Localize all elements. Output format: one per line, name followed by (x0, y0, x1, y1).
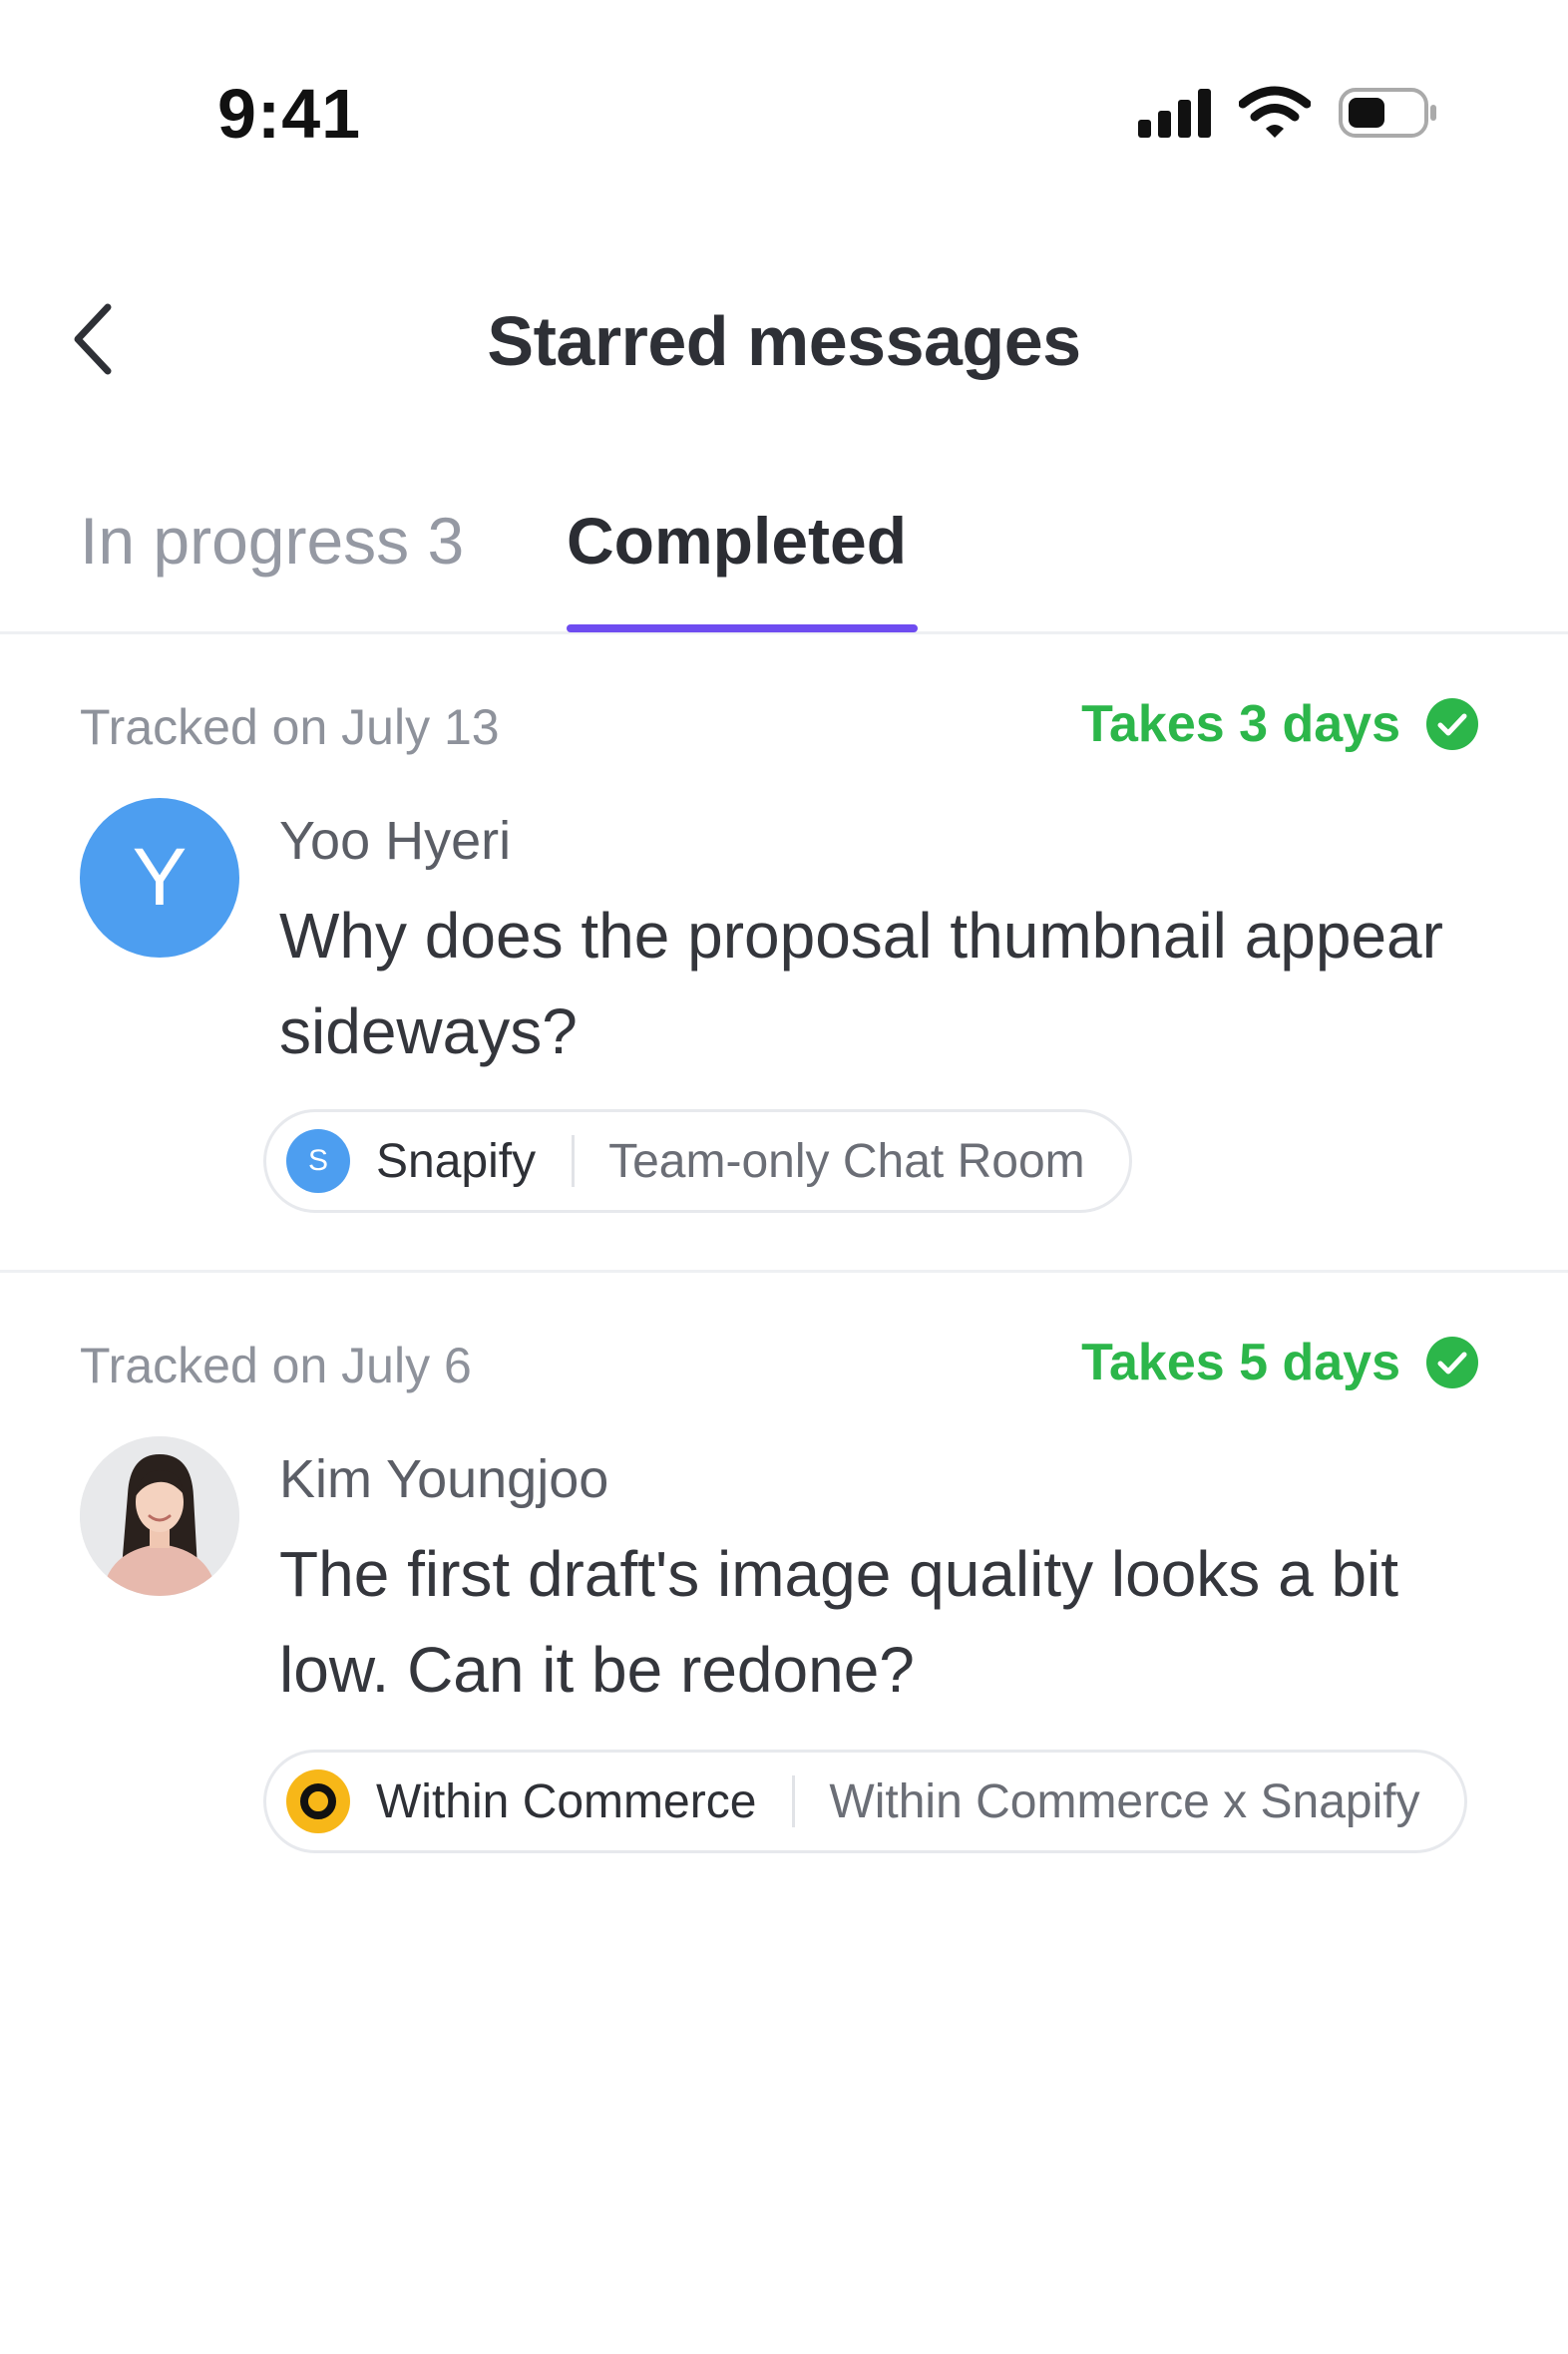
tab-in-progress[interactable]: In progress 3 (80, 503, 464, 579)
check-circle-icon (1426, 698, 1478, 750)
tab-bar: In progress 3 Completed (0, 479, 1568, 634)
duration-text: Takes 3 days (1081, 695, 1400, 753)
chip-divider (792, 1775, 796, 1827)
chip-divider (572, 1135, 576, 1187)
sender-name: Yoo Hyeri (279, 811, 512, 871)
message-text: The first draft's image quality looks a … (279, 1538, 1399, 1706)
wifi-icon (1239, 86, 1311, 138)
starred-message-item[interactable]: Tracked on July 13 Takes 3 days Y Yoo Hy… (0, 638, 1568, 1273)
sender-name: Kim Youngjoo (279, 1449, 609, 1509)
chat-room-name: Within Commerce x Snapify (829, 1774, 1420, 1828)
message-text: Why does the proposal thumbnail appear s… (279, 900, 1443, 1067)
active-tab-indicator (567, 624, 918, 632)
duration-text: Takes 5 days (1081, 1334, 1400, 1391)
tracked-date: Tracked on July 13 (80, 699, 500, 755)
completion-duration: Takes 3 days (1081, 694, 1480, 754)
chat-room-name: Team-only Chat Room (608, 1134, 1085, 1188)
within-commerce-logo-icon (286, 1769, 350, 1833)
avatar: Y (80, 798, 239, 958)
profile-photo-icon (80, 1436, 239, 1596)
workspace-name: Snapify (376, 1134, 537, 1188)
avatar (80, 1436, 239, 1596)
header: Starred messages (0, 269, 1568, 409)
status-icons (1138, 86, 1438, 140)
page-title: Starred messages (487, 302, 1081, 380)
starred-messages-screen: 9:41 Starred messages In progress 3 Comp… (0, 0, 1568, 2354)
completion-duration: Takes 5 days (1081, 1333, 1480, 1392)
status-bar: 9:41 (0, 0, 1568, 229)
workspace-icon: S (286, 1129, 350, 1193)
tab-completed[interactable]: Completed (567, 503, 907, 579)
starred-message-item[interactable]: Tracked on July 6 Takes 5 days Kim Young… (0, 1277, 1568, 1895)
cellular-signal-icon (1138, 88, 1211, 138)
workspace-name: Within Commerce (376, 1774, 757, 1828)
check-circle-icon (1426, 1337, 1478, 1388)
chat-room-chip[interactable]: Within Commerce Within Commerce x Snapif… (263, 1750, 1467, 1853)
status-time: 9:41 (217, 75, 362, 153)
chat-room-chip[interactable]: S Snapify Team-only Chat Room (263, 1109, 1132, 1213)
tracked-date: Tracked on July 6 (80, 1338, 472, 1393)
battery-icon (1339, 88, 1436, 138)
